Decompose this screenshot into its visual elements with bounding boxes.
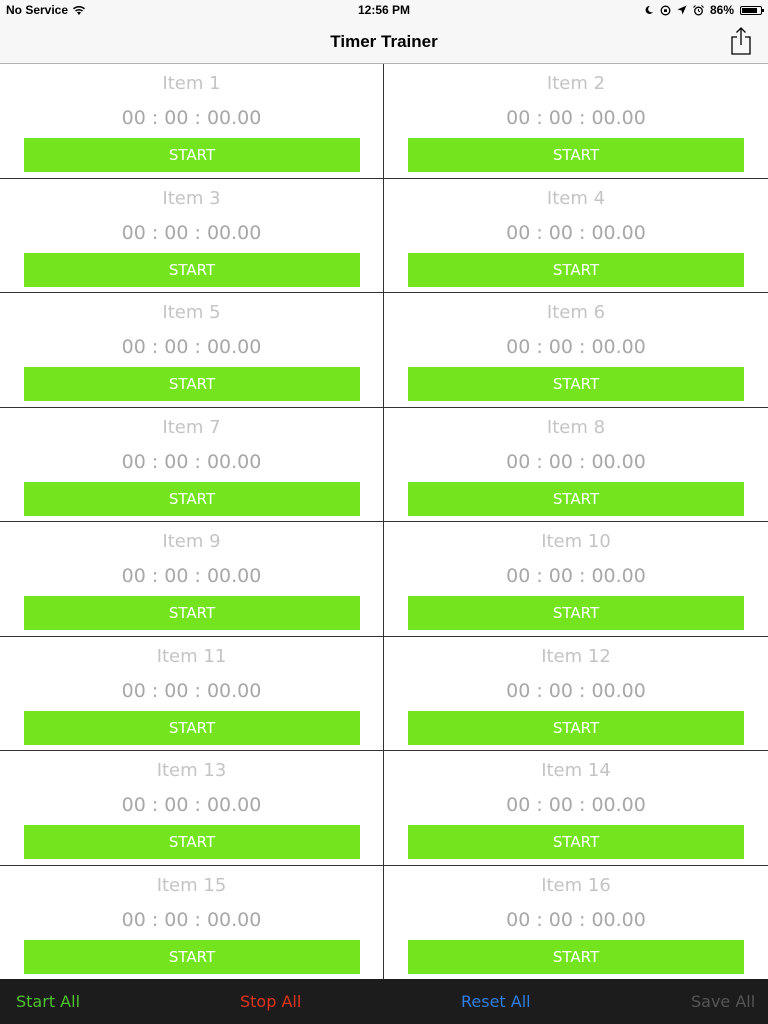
start-button[interactable]: START [24,825,360,859]
alarm-icon [693,4,704,15]
timer-cell: Item 6 00 : 00 : 00.00 START [384,293,768,408]
page-title: Timer Trainer [330,32,438,51]
navigation-bar: Timer Trainer [0,20,768,64]
start-button[interactable]: START [408,939,744,974]
timer-display: 00 : 00 : 00.00 [121,450,262,473]
timer-cell: Item 2 00 : 00 : 00.00 START [384,64,768,179]
start-button[interactable]: START [408,596,744,630]
timer-display: 00 : 00 : 00.00 [506,794,646,816]
timer-label: Item 12 [541,645,611,667]
battery-nub [762,8,764,12]
timer-label: Item 10 [541,531,611,552]
timer-label: Item 1 [162,73,221,94]
timer-label: Item 2 [546,73,606,94]
battery-percent: 86% [709,3,734,17]
status-bar: No Service 12:56 PM 86% [0,0,768,20]
timer-cell: Item 10 00 : 00 : 00.00 START [384,522,768,637]
timer-display: 00 : 00 : 00.00 [121,679,262,702]
stop-all-button[interactable]: Stop All [240,992,301,1011]
timer-cell: Item 16 00 : 00 : 00.00 START [384,865,768,980]
timer-label: Item 4 [546,187,606,209]
moon-icon [645,5,653,14]
timer-label: Item 9 [162,531,221,552]
start-button[interactable]: START [24,138,360,172]
timer-cell: Item 3 00 : 00 : 00.00 START [0,178,384,293]
timer-display: 00 : 00 : 00.00 [506,107,646,129]
start-button[interactable]: START [408,252,744,287]
timer-label: Item 14 [541,760,611,781]
location-arrow-icon [677,5,687,15]
timer-display: 00 : 00 : 00.00 [506,450,646,473]
start-button[interactable]: START [24,481,360,516]
rotation-lock-icon [660,5,671,15]
timer-label: Item 5 [162,302,221,323]
share-icon[interactable] [728,26,754,56]
timer-label: Item 7 [162,416,221,438]
timer-cell: Item 5 00 : 00 : 00.00 START [0,293,384,408]
start-button[interactable]: START [24,367,360,401]
battery-fill [742,7,758,13]
start-button[interactable]: START [408,825,744,859]
timer-cell: Item 12 00 : 00 : 00.00 START [384,636,768,751]
start-button[interactable]: START [408,367,744,401]
timer-display: 00 : 00 : 00.00 [121,336,262,358]
timer-cell: Item 4 00 : 00 : 00.00 START [384,178,768,293]
save-all-button: Save All [691,992,756,1011]
status-right: 86% [644,3,764,17]
timer-label: Item 11 [156,645,227,667]
timer-label: Item 15 [156,874,227,896]
timer-label: Item 6 [546,302,606,323]
timer-label: Item 16 [541,874,611,896]
start-button[interactable]: START [408,138,744,172]
timer-label: Item 13 [156,760,227,781]
timer-cell: Item 15 00 : 00 : 00.00 START [0,865,384,980]
timer-cell: Item 1 00 : 00 : 00.00 START [0,64,384,179]
timer-display: 00 : 00 : 00.00 [506,221,646,244]
timer-display: 00 : 00 : 00.00 [121,908,262,931]
start-button[interactable]: START [24,596,360,630]
timer-cell: Item 13 00 : 00 : 00.00 START [0,751,384,866]
start-button[interactable]: START [408,710,744,745]
timer-display: 00 : 00 : 00.00 [506,679,646,702]
timer-label: Item 3 [162,187,221,209]
reset-all-button[interactable]: Reset All [461,992,531,1011]
timer-cell: Item 8 00 : 00 : 00.00 START [384,407,768,522]
timer-display: 00 : 00 : 00.00 [121,221,262,244]
bottom-toolbar: Start All Stop All Reset All Save All [0,979,768,1024]
timer-display: 00 : 00 : 00.00 [506,908,646,931]
timer-cell: Item 7 00 : 00 : 00.00 START [0,407,384,522]
timer-cell: Item 11 00 : 00 : 00.00 START [0,636,384,751]
start-button[interactable]: START [24,710,360,745]
start-button[interactable]: START [408,481,744,516]
timer-display: 00 : 00 : 00.00 [506,336,646,358]
timer-display: 00 : 00 : 00.00 [506,565,646,587]
battery-icon [740,5,764,15]
timer-display: 00 : 00 : 00.00 [121,565,262,587]
timer-cell: Item 9 00 : 00 : 00.00 START [0,522,384,637]
start-button[interactable]: START [24,939,360,974]
timer-display: 00 : 00 : 00.00 [121,107,262,129]
start-all-button[interactable]: Start All [16,992,80,1011]
timer-grid: Item 1 00 : 00 : 00.00 START Item 2 00 : 00 … [0,64,768,980]
timer-cell: Item 14 00 : 00 : 00.00 START [384,751,768,866]
timer-label: Item 8 [546,416,606,438]
start-button[interactable]: START [24,252,360,287]
timer-display: 00 : 00 : 00.00 [121,794,262,816]
